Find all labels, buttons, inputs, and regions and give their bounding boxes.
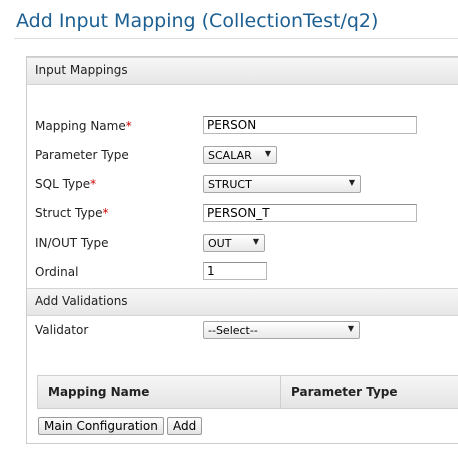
required-mark: * bbox=[90, 177, 97, 191]
chevron-down-icon: ▼ bbox=[347, 324, 354, 333]
sql-type-label: SQL Type* bbox=[35, 177, 97, 191]
mapping-name-label: Mapping Name* bbox=[35, 119, 132, 133]
mapping-name-input[interactable]: PERSON bbox=[203, 116, 417, 134]
in-out-type-select[interactable]: OUT ▼ bbox=[203, 234, 265, 252]
parameter-type-label: Parameter Type bbox=[35, 148, 129, 162]
validator-select[interactable]: --Select-- ▼ bbox=[203, 321, 360, 339]
sql-type-select[interactable]: STRUCT ▼ bbox=[203, 175, 361, 193]
input-mapping-panel: Input Mappings Mapping Name* PERSON Para… bbox=[26, 56, 458, 444]
validations-table-header: Mapping Name Parameter Type bbox=[37, 375, 458, 409]
page-title: Add Input Mapping (CollectionTest/q2) bbox=[16, 10, 379, 32]
add-validations-header: Add Validations bbox=[27, 288, 458, 316]
input-mappings-heading: Input Mappings bbox=[35, 63, 128, 77]
struct-type-label: Struct Type* bbox=[35, 206, 109, 220]
column-header-parameter-type[interactable]: Parameter Type bbox=[281, 376, 458, 408]
required-mark: * bbox=[125, 119, 132, 133]
ordinal-input[interactable]: 1 bbox=[203, 262, 267, 280]
required-mark: * bbox=[102, 206, 109, 220]
ordinal-label: Ordinal bbox=[35, 265, 79, 279]
chevron-down-icon: ▼ bbox=[264, 149, 271, 158]
validator-label: Validator bbox=[35, 323, 89, 337]
chevron-down-icon: ▼ bbox=[252, 237, 259, 246]
parameter-type-select[interactable]: SCALAR ▼ bbox=[203, 146, 277, 164]
column-header-mapping-name[interactable]: Mapping Name bbox=[38, 376, 281, 408]
add-validations-heading: Add Validations bbox=[35, 294, 128, 308]
in-out-type-label: IN/OUT Type bbox=[35, 236, 109, 250]
title-divider bbox=[14, 38, 458, 39]
struct-type-input[interactable]: PERSON_T bbox=[203, 204, 417, 222]
add-button[interactable]: Add bbox=[167, 417, 203, 435]
chevron-down-icon: ▼ bbox=[348, 178, 355, 187]
main-configuration-button[interactable]: Main Configuration bbox=[38, 417, 164, 435]
input-mappings-header: Input Mappings bbox=[27, 57, 458, 85]
